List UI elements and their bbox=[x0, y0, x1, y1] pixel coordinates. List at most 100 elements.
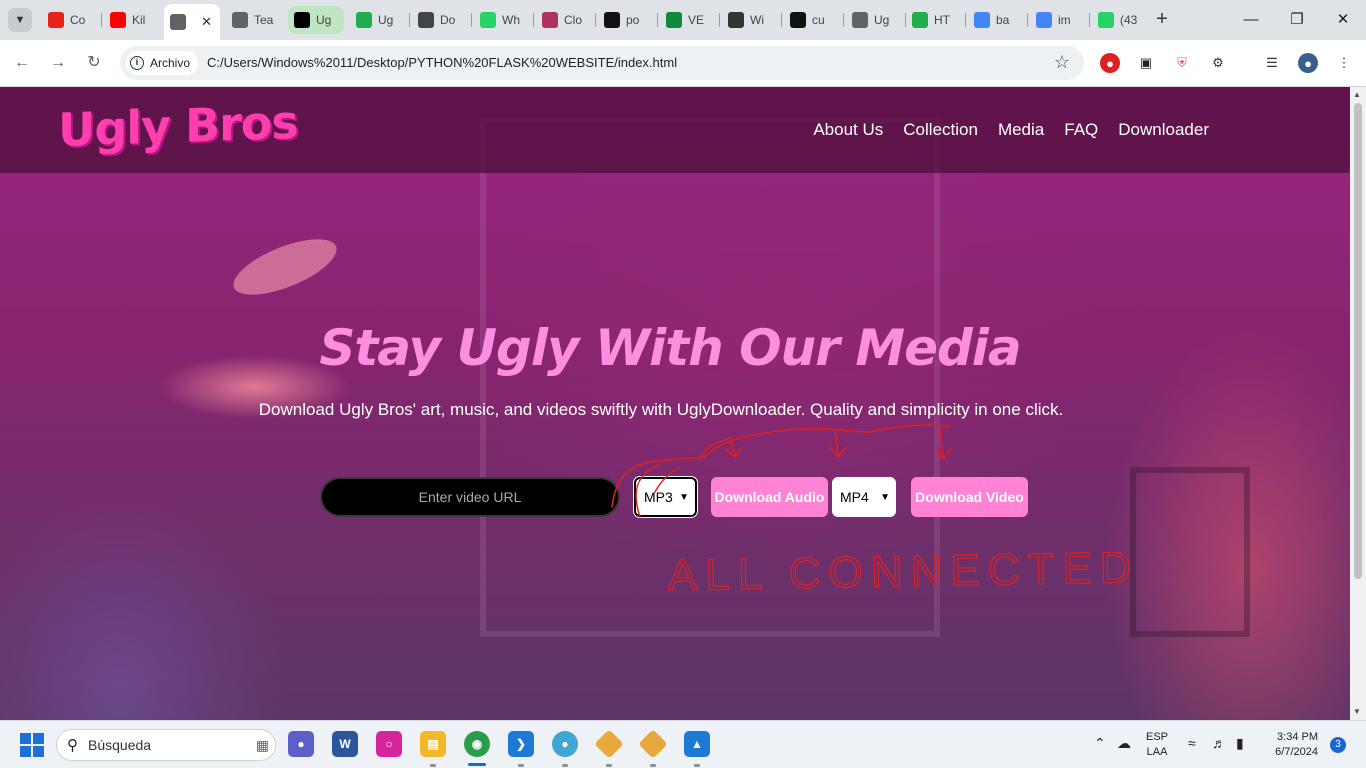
browser-tab[interactable]: po bbox=[598, 6, 654, 34]
w-icon bbox=[912, 12, 928, 28]
browser-tab[interactable]: Clo bbox=[536, 6, 592, 34]
instagram-icon[interactable]: ○ bbox=[376, 731, 402, 757]
film-icon bbox=[728, 12, 744, 28]
tab-separator bbox=[965, 13, 966, 27]
show-hidden-icons-chevron-icon[interactable]: ⌃ bbox=[1094, 735, 1106, 752]
tab-title: Kil bbox=[132, 13, 146, 27]
nav-collection[interactable]: Collection bbox=[903, 120, 978, 140]
volume-icon[interactable]: ♬ bbox=[1212, 735, 1226, 751]
browser-tab[interactable]: Kil bbox=[104, 6, 160, 34]
git-icon[interactable] bbox=[638, 729, 668, 759]
profile-avatar[interactable]: ● bbox=[1298, 53, 1318, 73]
notification-badge[interactable]: 3 bbox=[1330, 737, 1346, 753]
browser-tab[interactable]: HT bbox=[906, 6, 962, 34]
nav-downloader[interactable]: Downloader bbox=[1118, 120, 1209, 140]
whatsapp-icon bbox=[480, 12, 496, 28]
chevron-down-icon: ▼ bbox=[679, 491, 689, 503]
scroll-up-icon[interactable]: ▲ bbox=[1353, 90, 1361, 99]
video-format-select[interactable]: MP4 ▼ bbox=[832, 477, 896, 517]
scroll-down-icon[interactable]: ▼ bbox=[1353, 707, 1361, 716]
tab-title: Tea bbox=[254, 13, 274, 27]
close-window-icon[interactable]: ✕ bbox=[1328, 8, 1358, 32]
youtube-icon bbox=[110, 12, 126, 28]
windows-start-icon[interactable] bbox=[20, 733, 44, 757]
video-url-input[interactable] bbox=[320, 477, 620, 517]
tab-search-icon[interactable]: ▼ bbox=[8, 8, 32, 32]
site-logo[interactable]: Ugly Bros bbox=[58, 95, 298, 157]
tab-title: VE bbox=[688, 13, 705, 27]
chevron-down-icon: ▼ bbox=[880, 491, 890, 503]
hero-subtitle: Download Ugly Bros' art, music, and vide… bbox=[258, 400, 1064, 419]
new-tab-button[interactable]: + bbox=[1150, 8, 1174, 32]
browser-tab[interactable]: Wi bbox=[722, 6, 778, 34]
browser-tab[interactable]: im bbox=[1030, 6, 1086, 34]
tab-separator bbox=[719, 13, 720, 27]
tab-title: po bbox=[626, 13, 640, 27]
browser-tab[interactable]: Co bbox=[42, 6, 98, 34]
x-icon bbox=[294, 12, 310, 28]
scroll-thumb[interactable] bbox=[1354, 103, 1362, 579]
close-tab-icon[interactable]: ✕ bbox=[201, 14, 212, 30]
browser-tab[interactable]: Ug bbox=[350, 6, 406, 34]
m-icon bbox=[790, 12, 806, 28]
forward-icon[interactable]: → bbox=[46, 51, 70, 75]
browser-tab[interactable]: VE bbox=[660, 6, 716, 34]
browser-tab[interactable]: ba bbox=[968, 6, 1024, 34]
menu-kebab-icon[interactable]: ⋮ bbox=[1334, 53, 1354, 73]
windows-taskbar: ⚲ Búsqueda ▦ ● W ○ ▤ ◉ ❯ ● ▲ ⌃ ☁ ESP LAA… bbox=[0, 720, 1366, 768]
v-icon bbox=[666, 12, 682, 28]
network-sync-icon[interactable]: ☁ bbox=[1117, 735, 1131, 752]
browser-tab-strip: ▼ Co Kil ✕ Tea Ug Ug Do Wh Clo po VE Wi cu Ug HT ba im (4… bbox=[0, 0, 1366, 40]
photos-icon[interactable]: ▲ bbox=[684, 731, 710, 757]
bookmark-star-icon[interactable]: ☆ bbox=[1054, 52, 1070, 73]
nav-faq[interactable]: FAQ bbox=[1064, 120, 1098, 140]
url-text[interactable]: C:/Users/Windows%2011/Desktop/PYTHON%20F… bbox=[207, 55, 677, 70]
extension-shield-icon[interactable]: ⛨ bbox=[1172, 53, 1192, 73]
download-audio-button[interactable]: Download Audio bbox=[711, 477, 828, 517]
file-explorer-icon[interactable]: ▤ bbox=[420, 731, 446, 757]
download-video-button[interactable]: Download Video bbox=[911, 477, 1028, 517]
taskbar-search-box[interactable]: ⚲ Búsqueda ▦ bbox=[56, 729, 276, 761]
minimize-icon[interactable]: — bbox=[1236, 8, 1266, 32]
nav-about-us[interactable]: About Us bbox=[813, 120, 883, 140]
maximize-icon[interactable]: ❐ bbox=[1282, 8, 1312, 32]
teams-icon[interactable]: ● bbox=[288, 731, 314, 757]
tab-separator bbox=[781, 13, 782, 27]
browser-tab[interactable]: (43 bbox=[1092, 6, 1148, 34]
extension-red-icon[interactable]: ● bbox=[1100, 53, 1120, 73]
tab-title: Ug bbox=[874, 13, 890, 27]
google-icon bbox=[1036, 12, 1052, 28]
media-control-icon[interactable]: ☰ bbox=[1262, 53, 1282, 73]
vscode-icon[interactable]: ❯ bbox=[508, 731, 534, 757]
audio-format-select[interactable]: MP3 ▼ bbox=[634, 477, 697, 517]
paint-icon[interactable]: ● bbox=[552, 731, 578, 757]
system-clock[interactable]: 3:34 PM 6/7/2024 bbox=[1262, 730, 1318, 760]
tab-title: ba bbox=[996, 13, 1010, 27]
youtube-studio-icon bbox=[48, 12, 64, 28]
site-info-chip[interactable]: i Archivo bbox=[126, 51, 199, 75]
background-lamp-glow bbox=[226, 227, 344, 307]
reload-icon[interactable]: ↻ bbox=[82, 51, 106, 75]
browser-tab[interactable]: ✕ bbox=[164, 4, 220, 40]
browser-tab[interactable]: Ug bbox=[846, 6, 902, 34]
chrome-icon[interactable]: ◉ bbox=[464, 731, 490, 757]
nav-media[interactable]: Media bbox=[998, 120, 1044, 140]
browser-tab[interactable]: cu bbox=[784, 6, 840, 34]
git-icon[interactable] bbox=[594, 729, 624, 759]
browser-tab[interactable]: Wh bbox=[474, 6, 530, 34]
wifi-icon[interactable]: ≈ bbox=[1188, 735, 1196, 751]
battery-icon[interactable]: ▮ bbox=[1236, 735, 1244, 752]
tab-separator bbox=[843, 13, 844, 27]
language-indicator[interactable]: ESP LAA bbox=[1146, 730, 1168, 760]
extension-cube-icon[interactable]: ▣ bbox=[1136, 53, 1156, 73]
page-scrollbar[interactable]: ▲ ▼ bbox=[1350, 87, 1366, 720]
openai-icon bbox=[418, 12, 434, 28]
tab-title: Wi bbox=[750, 13, 764, 27]
address-bar[interactable]: i Archivo C:/Users/Windows%2011/Desktop/… bbox=[120, 46, 1084, 80]
browser-tab[interactable]: Ug bbox=[288, 6, 344, 34]
extensions-puzzle-icon[interactable]: ⚙ bbox=[1208, 53, 1228, 73]
word-icon[interactable]: W bbox=[332, 731, 358, 757]
back-icon[interactable]: ← bbox=[10, 51, 34, 75]
browser-tab[interactable]: Tea bbox=[226, 6, 282, 34]
browser-tab[interactable]: Do bbox=[412, 6, 468, 34]
